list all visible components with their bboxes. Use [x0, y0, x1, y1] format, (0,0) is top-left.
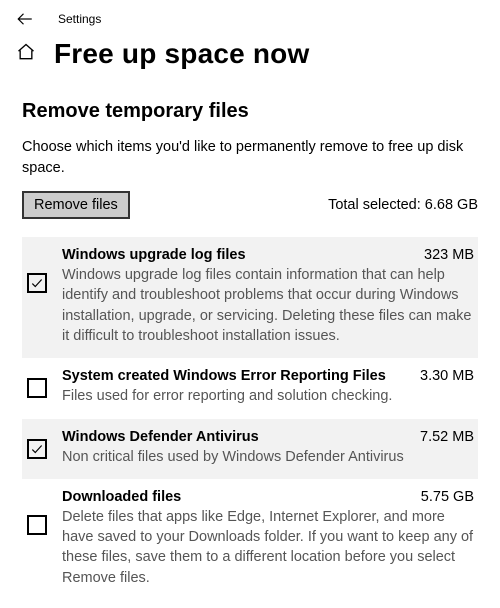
checkbox-downloads[interactable] [27, 515, 47, 535]
item-size: 5.75 GB [421, 489, 474, 505]
checkbox-upgrade-logs[interactable] [27, 273, 47, 293]
checkbox-defender[interactable] [27, 439, 47, 459]
page-title: Free up space now [54, 38, 309, 70]
list-item: Downloaded files 5.75 GB Delete files th… [22, 479, 478, 600]
section-heading: Remove temporary files [22, 100, 478, 123]
item-size: 323 MB [424, 247, 474, 263]
back-button[interactable] [16, 10, 34, 28]
list-item: Windows upgrade log files 323 MB Windows… [22, 237, 478, 358]
item-description: Files used for error reporting and solut… [62, 386, 474, 406]
item-title: Downloaded files [62, 489, 181, 505]
item-description: Non critical files used by Windows Defen… [62, 447, 474, 467]
item-description: Windows upgrade log files contain inform… [62, 265, 474, 346]
item-size: 3.30 MB [420, 368, 474, 384]
item-size: 7.52 MB [420, 429, 474, 445]
list-item: Windows Defender Antivirus 7.52 MB Non c… [22, 419, 478, 479]
breadcrumb: Settings [58, 12, 101, 26]
item-title: Windows Defender Antivirus [62, 429, 259, 445]
remove-files-button[interactable]: Remove files [22, 191, 130, 219]
total-selected: Total selected: 6.68 GB [328, 197, 478, 213]
section-description: Choose which items you'd like to permane… [22, 137, 478, 179]
item-title: System created Windows Error Reporting F… [62, 368, 386, 384]
home-icon[interactable] [16, 42, 36, 67]
checkbox-error-reporting[interactable] [27, 378, 47, 398]
file-category-list: Windows upgrade log files 323 MB Windows… [22, 237, 478, 600]
item-description: Delete files that apps like Edge, Intern… [62, 507, 474, 588]
list-item: System created Windows Error Reporting F… [22, 358, 478, 418]
item-title: Windows upgrade log files [62, 247, 246, 263]
